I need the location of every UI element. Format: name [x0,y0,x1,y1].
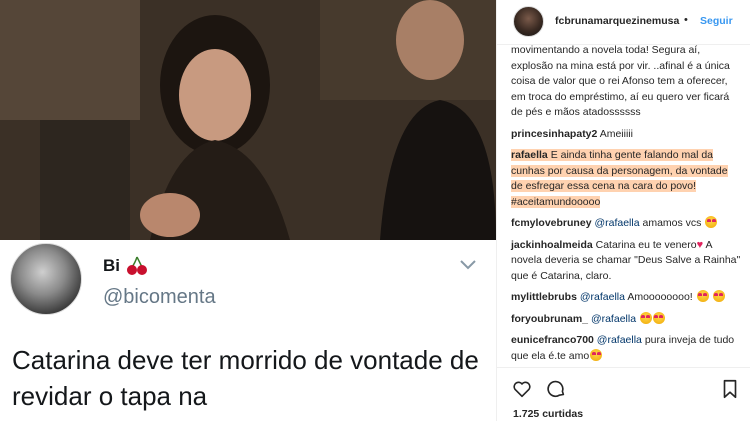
scene-photo [0,0,496,240]
comments-panel: fcbrunamarquezinemusa • Seguir movimenta… [496,0,750,421]
comment-text: Ameiiiii [599,127,633,140]
comment-item-highlighted: rafaella E ainda tinha gente falando mal… [511,148,741,210]
comment-item: foryoubrunam_ @rafaella [511,311,741,328]
comment-username[interactable]: eunicefranco700 [511,334,594,346]
heart-outline-icon[interactable] [511,378,533,400]
comment-mention[interactable]: @rafaella [597,334,642,346]
bookmark-icon[interactable] [719,378,741,400]
comment-item: jackinhoalmeida Catarina eu te venero♥ A… [511,238,741,285]
header-separator: • [684,14,688,26]
tweet-name-row: Bi [103,256,148,276]
comment-mention[interactable]: @rafaella [594,217,639,229]
comment-mention[interactable]: @rafaella [591,313,636,325]
comment-mention[interactable]: @rafaella [580,291,625,303]
comment-text: Catarina eu te venero [595,238,697,251]
tweet-author-name: Bi [103,256,120,275]
heart-eyes-emoji-icon [590,348,603,361]
heart-eyes-emoji-icon [712,290,725,302]
heart-eyes-emoji-icon [652,311,665,324]
comment-item: eunicefranco700 @rafaella pura inveja de… [511,333,741,364]
comment-username[interactable]: foryoubrunam_ [511,313,588,325]
comment-username[interactable]: rafaella [511,149,548,161]
heart-eyes-emoji-icon [639,311,652,324]
comment-text: amamos vcs [642,217,702,229]
post-image: Bi @bicomenta Catarina deve ter morrido … [0,0,496,421]
red-heart-emoji-icon: ♥ [696,238,704,251]
tweet-text: Catarina deve ter morrido de vontade de … [12,345,479,411]
chevron-down-icon[interactable] [458,258,478,272]
comment-item: princesinhapaty2 Ameiiiii [511,127,741,143]
comment-username[interactable]: princesinhapaty2 [511,128,597,140]
comment-username[interactable]: mylittlebrubs [511,291,577,303]
comment-username[interactable]: fcmylovebruney [511,217,592,229]
comment-text: Amoooooooo! [627,291,693,303]
comment-item: fcmylovebruney @rafaella amamos vcs [511,216,741,232]
comment-item: movimentando a novela toda! Segura aí, e… [511,45,741,121]
tweet-avatar [10,243,82,315]
follow-button[interactable]: Seguir [700,15,733,27]
likes-count[interactable]: 1.725 curtidas [513,408,583,420]
heart-eyes-emoji-icon [696,290,709,302]
header-username[interactable]: fcbrunamarquezinemusa [555,15,679,27]
profile-avatar[interactable] [513,6,544,37]
tweet-author-handle: @bicomenta [103,286,216,308]
comment-text: movimentando a novela toda! Segura aí, e… [511,45,730,118]
scene-photo-art [0,0,496,240]
comment-bubble-icon[interactable] [545,378,567,400]
heart-eyes-emoji-icon [705,216,718,228]
cherry-emoji-icon [127,256,147,275]
comment-username[interactable]: jackinhoalmeida [511,239,593,251]
post-header: fcbrunamarquezinemusa • Seguir [497,0,750,45]
comment-item: mylittlebrubs @rafaella Amoooooooo! [511,290,741,306]
post-actions: 1.725 curtidas [497,367,750,421]
comments-list[interactable]: movimentando a novela toda! Segura aí, e… [497,45,750,367]
